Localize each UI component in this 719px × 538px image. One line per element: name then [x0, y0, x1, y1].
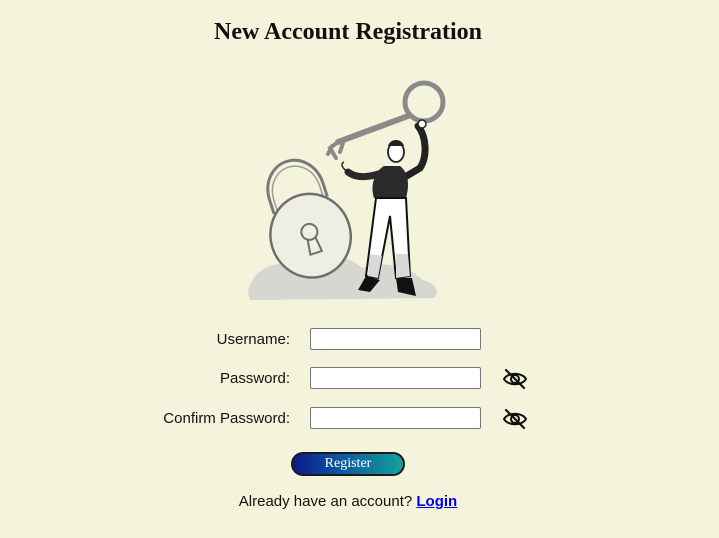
username-input[interactable]	[310, 328, 481, 350]
password-row: Password:	[0, 367, 719, 391]
login-link[interactable]: Login	[416, 493, 457, 510]
username-row: Username:	[0, 328, 719, 352]
eye-slash-icon[interactable]	[502, 407, 528, 431]
password-input[interactable]	[310, 367, 481, 389]
register-button[interactable]: Register	[291, 452, 405, 476]
confirm-password-row: Confirm Password:	[0, 407, 719, 431]
confirm-password-label: Confirm Password:	[163, 410, 290, 427]
key-and-padlock-illustration	[248, 80, 446, 300]
login-prompt: Already have an account? Login	[0, 493, 696, 510]
eye-slash-icon[interactable]	[502, 367, 528, 391]
username-label: Username:	[216, 331, 290, 348]
login-prompt-text: Already have an account?	[238, 493, 413, 510]
confirm-password-input[interactable]	[310, 407, 481, 429]
page-title: New Account Registration	[214, 19, 482, 45]
password-label: Password:	[219, 370, 290, 387]
